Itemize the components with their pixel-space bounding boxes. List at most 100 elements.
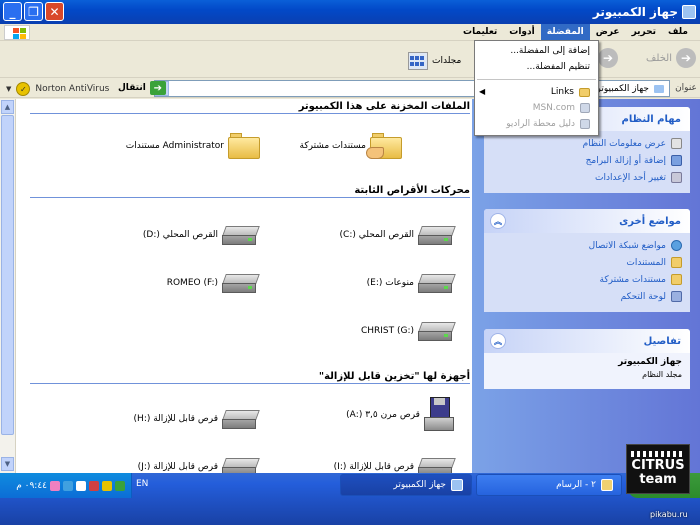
scroll-down-icon[interactable]: ▼ bbox=[1, 457, 14, 471]
shared-documents-folder[interactable]: مستندات مشتركة bbox=[300, 131, 404, 161]
network-places-link[interactable]: مواضع شبكة الاتصال bbox=[492, 237, 682, 254]
change-setting-link[interactable]: تغيير أحد الإعدادات bbox=[492, 169, 682, 186]
menu-favorites[interactable]: المفضلة bbox=[540, 24, 590, 40]
item-label: قرص قابل للإزالة (:I) bbox=[333, 462, 414, 472]
collapse-icon[interactable]: ︽ bbox=[490, 213, 506, 229]
drive-a-floppy[interactable]: قرص مرن ٣,٥ (:A) bbox=[346, 397, 454, 433]
maximize-button[interactable]: ❐ bbox=[24, 2, 43, 21]
removable-drive-icon bbox=[222, 407, 260, 431]
menu-view[interactable]: عرض bbox=[590, 24, 626, 40]
hard-drive-icon bbox=[418, 223, 456, 247]
add-to-favorites-item[interactable]: إضافة إلى المفضلة... bbox=[475, 43, 598, 59]
link-label: لوحة التحكم bbox=[620, 291, 666, 302]
norton-antivirus-button[interactable]: ▼ ✓ Norton AntiVirus bbox=[6, 82, 109, 96]
folder-icon bbox=[671, 257, 682, 268]
programs-icon bbox=[671, 155, 682, 166]
removable-storage-header: أجهزة لها "تخزين قابل للإزالة" bbox=[30, 371, 470, 384]
folder-icon bbox=[579, 87, 590, 97]
folder-icon bbox=[228, 131, 262, 161]
volume-icon[interactable] bbox=[76, 480, 86, 491]
address-value: جهاز الكمبيوتر bbox=[596, 83, 649, 94]
msn-item[interactable]: MSN.com bbox=[475, 100, 598, 116]
details-panel: تفاصيل ︽ جهاز الكمبيوتر مجلد النظام bbox=[484, 329, 690, 389]
scroll-thumb[interactable] bbox=[1, 115, 14, 435]
computer-icon bbox=[682, 5, 696, 19]
system-info-icon bbox=[671, 138, 682, 149]
panel-header[interactable]: مواضع أخرى ︽ bbox=[484, 209, 690, 233]
drive-h[interactable]: قرص قابل للإزالة (:H) bbox=[134, 407, 260, 431]
title-bar[interactable]: جهاز الكمبيوتر ✕ ❐ _ bbox=[0, 0, 700, 24]
collapse-icon[interactable]: ︽ bbox=[490, 333, 506, 349]
menu-file[interactable]: ملف bbox=[662, 24, 694, 40]
item-label: قرص مرن ٣,٥ (:A) bbox=[346, 410, 420, 420]
taskbar-label: جهاز الكمبيوتر bbox=[393, 480, 446, 490]
shared-documents-link[interactable]: مستندات مشتركة bbox=[492, 271, 682, 288]
taskbar: ٢ - الرسام جهاز الكمبيوتر EN ٠٩:٤٤ م bbox=[0, 473, 700, 525]
links-folder-item[interactable]: Links ◀ bbox=[475, 84, 598, 100]
hard-drive-icon bbox=[222, 271, 260, 295]
link-label: تغيير أحد الإعدادات bbox=[595, 172, 666, 183]
radio-guide-item[interactable]: دليل محطة الراديو bbox=[475, 116, 598, 132]
tray-icon[interactable] bbox=[115, 480, 125, 491]
web-page-icon bbox=[580, 103, 590, 113]
hard-drives-header: محركات الأقراص الثابتة bbox=[30, 185, 470, 198]
menu-help[interactable]: تعليمات bbox=[457, 24, 503, 40]
forward-arrow-icon[interactable]: ➔ bbox=[598, 48, 618, 68]
scroll-up-icon[interactable]: ▲ bbox=[1, 100, 14, 114]
view-system-info-link[interactable]: عرض معلومات النظام bbox=[492, 135, 682, 152]
back-arrow-icon: ➔ bbox=[676, 48, 696, 68]
control-panel-link[interactable]: لوحة التحكم bbox=[492, 288, 682, 305]
panel-title: مهام النظام bbox=[621, 113, 681, 125]
minimize-button[interactable]: _ bbox=[3, 2, 22, 21]
stored-files-header: الملفات المخزنة على هذا الكمبيوتر bbox=[30, 101, 470, 114]
panel-title: مواضع أخرى bbox=[619, 215, 681, 227]
add-remove-programs-link[interactable]: إضافة أو إزالة البرامج bbox=[492, 152, 682, 169]
chevron-down-icon: ▼ bbox=[6, 85, 12, 93]
item-label: CHRIST (G:) bbox=[360, 326, 414, 336]
close-button[interactable]: ✕ bbox=[45, 2, 64, 21]
go-button[interactable]: ➔ انتقال bbox=[118, 81, 166, 95]
organize-favorites-item[interactable]: تنظيم المفضلة... bbox=[475, 59, 598, 75]
taskbar-computer-button[interactable]: جهاز الكمبيوتر bbox=[340, 474, 472, 496]
tray-icon[interactable] bbox=[50, 480, 60, 491]
item-label: Administrator مستندات bbox=[125, 141, 224, 151]
language-indicator[interactable]: EN bbox=[136, 479, 148, 489]
drive-d[interactable]: القرص المحلي (:D) bbox=[143, 223, 260, 247]
item-label: ROMEO (F:) bbox=[166, 278, 218, 288]
menu-tools[interactable]: أدوات bbox=[503, 24, 540, 40]
explorer-window: جهاز الكمبيوتر ✕ ❐ _ ملف تحرير عرض المفض… bbox=[0, 0, 700, 525]
my-documents-link[interactable]: المستندات bbox=[492, 254, 682, 271]
back-button[interactable]: ➔ الخلف bbox=[646, 48, 696, 68]
control-panel-icon bbox=[671, 172, 682, 183]
clock[interactable]: ٠٩:٤٤ م bbox=[16, 481, 47, 491]
norton-tray-icon[interactable] bbox=[102, 480, 112, 491]
drive-e[interactable]: منوعات (:E) bbox=[367, 271, 456, 295]
tray-icon[interactable] bbox=[89, 480, 99, 491]
content-area: مهام النظام ︽ عرض معلومات النظام إضافة أو… bbox=[0, 99, 700, 477]
drive-g[interactable]: CHRIST (G:) bbox=[361, 319, 456, 343]
vertical-scrollbar[interactable]: ▲ ▼ bbox=[0, 99, 16, 473]
watermark-line: team bbox=[639, 472, 677, 487]
drive-f[interactable]: ROMEO (F:) bbox=[167, 271, 260, 295]
folders-button[interactable]: مجلدات bbox=[408, 52, 461, 70]
task-pane: مهام النظام ︽ عرض معلومات النظام إضافة أو… bbox=[472, 99, 700, 473]
hard-drive-icon bbox=[418, 271, 456, 295]
menu-edit[interactable]: تحرير bbox=[626, 24, 662, 40]
link-label: مستندات مشتركة bbox=[599, 274, 666, 285]
floppy-drive-icon bbox=[424, 397, 454, 433]
taskbar-paint-button[interactable]: ٢ - الرسام bbox=[476, 474, 622, 496]
taskbar-label: ٢ - الرسام bbox=[556, 480, 596, 490]
views-icon[interactable] bbox=[408, 52, 428, 70]
panel-header[interactable]: تفاصيل ︽ bbox=[484, 329, 690, 353]
network-icon bbox=[671, 240, 682, 251]
file-view: الملفات المخزنة على هذا الكمبيوتر مستندا… bbox=[16, 99, 472, 477]
norton-icon: ✓ bbox=[16, 82, 31, 96]
window-title: جهاز الكمبيوتر bbox=[592, 5, 678, 19]
drive-c[interactable]: القرص المحلي (:C) bbox=[340, 223, 456, 247]
norton-label: Norton AntiVirus bbox=[35, 84, 110, 94]
network-tray-icon[interactable] bbox=[63, 480, 73, 491]
item-label: Links bbox=[550, 87, 574, 97]
item-label: قرص قابل للإزالة (:H) bbox=[133, 414, 218, 424]
folders-label: مجلدات bbox=[432, 56, 462, 66]
administrator-documents-folder[interactable]: Administrator مستندات bbox=[126, 131, 262, 161]
